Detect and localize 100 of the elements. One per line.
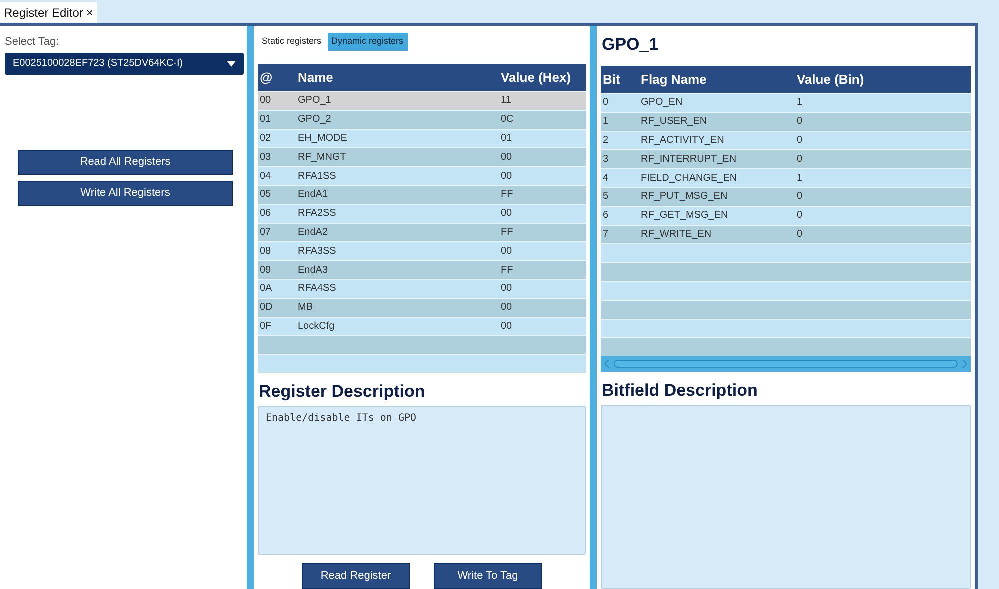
table-cell-text: RF_INTERRUPT_EN [641, 152, 738, 167]
table-cell-text: 11 [501, 94, 512, 108]
table-cell-text: GPO_2 [298, 113, 332, 128]
table-cell-text: GPO_1 [298, 94, 332, 108]
action-button[interactable]: Read All Registers [18, 150, 233, 174]
table-cell-text: 07 [259, 226, 272, 240]
select-label: Select Tag: [5, 35, 60, 50]
table-row[interactable]: 4 FIELD_CHANGE_EN 1 [601, 168, 971, 187]
table-row[interactable]: 0D MB 00 [258, 298, 586, 317]
close-button[interactable]: × [86, 6, 94, 18]
caret-icon [227, 60, 236, 66]
table-cell-text: RFA2SS [298, 207, 338, 222]
table-cell-text: RF_ACTIVITY_EN [641, 134, 726, 148]
description-box: Enable/disable ITs on GPO [258, 406, 586, 555]
table-row[interactable]: 1 RF_USER_EN 0 [601, 112, 971, 131]
table-cell-text: EndA2 [298, 226, 330, 240]
table-cell-text: RFA1SS [298, 170, 338, 184]
table-cell-text: 1 [602, 115, 610, 130]
table-cell-text: 3 [602, 152, 610, 167]
table-cell-text: 0 [797, 115, 804, 130]
register-title: GPO_1 [602, 34, 660, 56]
editor-tab[interactable]: Register Editor × [0, 2, 98, 23]
table-cell-text: EH_MODE [298, 132, 348, 146]
table-row[interactable]: 06 RFA2SS 00 [258, 204, 586, 223]
table-cell-text: 04 [259, 170, 272, 184]
column-header: Flag Name [641, 70, 708, 89]
scroll-thumb[interactable] [614, 360, 958, 368]
table-cell-text: MB [298, 301, 314, 316]
table-cell-text: 0D [259, 301, 274, 316]
table-cell-text: 01 [259, 113, 272, 128]
table-cell-text: 2 [602, 134, 610, 148]
column-header: @ [259, 68, 274, 87]
table-cell-text: 06 [259, 207, 272, 222]
table-row[interactable]: 08 RFA3SS 00 [258, 241, 586, 260]
table-cell-text: 00 [501, 320, 514, 334]
table-row[interactable]: 04 RFA1SS 00 [258, 166, 586, 185]
section-heading: Bitfield Description [602, 380, 759, 402]
table-row[interactable]: 01 GPO_2 0C [258, 110, 586, 129]
table-cell-text: 08 [259, 244, 272, 259]
table-cell-text: 00 [501, 244, 514, 259]
scroll-right-icon[interactable] [962, 360, 967, 368]
splitter-bar[interactable] [247, 26, 254, 589]
table-cell-text: 0C [501, 113, 515, 128]
table-cell-text: 1 [797, 172, 804, 186]
table-cell-text: 0 [797, 209, 804, 224]
table-cell-text: EndA1 [298, 188, 330, 202]
table-row[interactable]: 7 RF_WRITE_EN 0 [601, 224, 971, 244]
table-cell-text: FF [501, 188, 514, 202]
table-row[interactable]: 0A RFA4SS 00 [258, 278, 586, 298]
table-cell-text: 6 [602, 209, 610, 224]
column-header: Value (Bin) [797, 70, 866, 89]
table-cell-text: 1 [797, 96, 804, 110]
section-heading: Register Description [259, 380, 426, 403]
table-cell-text: 0F [259, 320, 273, 334]
table-cell-text: 0A [259, 282, 274, 296]
table-cell-text: 01 [501, 132, 514, 146]
table-cell-text: 4 [602, 172, 610, 186]
table-cell-text: 05 [259, 188, 272, 202]
table-cell-text: 5 [602, 190, 610, 204]
tag-dropdown[interactable]: E0025100028EF723 (ST25DV64KC-I) [5, 52, 244, 74]
table-cell-text: 00 [501, 282, 514, 296]
table-cell-text: 0 [602, 96, 610, 110]
table-row[interactable]: 5 RF_PUT_MSG_EN 0 [601, 186, 971, 206]
table-row[interactable]: 07 EndA2 FF [258, 222, 586, 242]
table-cell-text: RFA3SS [298, 244, 338, 259]
table-row[interactable]: 00 GPO_1 11 [258, 91, 586, 110]
table-cell-text: 0 [797, 152, 804, 167]
table-cell-text: EndA3 [298, 264, 330, 278]
table-row[interactable]: 09 EndA3 FF [258, 260, 586, 279]
table-row[interactable]: 0 GPO_EN 1 [601, 93, 971, 112]
table-cell-text: 0 [797, 228, 804, 242]
table-cell-text: 0 [797, 190, 804, 204]
table-cell-text: 09 [259, 264, 272, 278]
table-cell-text: 00 [501, 150, 514, 165]
table-cell-text: FIELD_CHANGE_EN [641, 172, 738, 186]
tab-title: Register Editor [4, 4, 84, 22]
table-cell-text: GPO_EN [641, 96, 684, 110]
table-cell-text: 00 [501, 301, 514, 316]
table-cell-text: RFA4SS [298, 282, 338, 296]
scroll-left-icon[interactable] [605, 360, 610, 368]
table-row[interactable]: 0F LockCfg 00 [258, 316, 586, 336]
table-cell-text: RF_MNGT [298, 150, 348, 165]
table-cell-text: 7 [602, 228, 610, 242]
table-row[interactable]: 03 RF_MNGT 00 [258, 147, 586, 166]
column-header: Value (Hex) [501, 68, 572, 87]
table-cell-text: 0 [797, 134, 804, 148]
table-row[interactable]: 3 RF_INTERRUPT_EN 0 [601, 149, 971, 168]
splitter-bar[interactable] [590, 26, 597, 589]
table-row[interactable]: 05 EndA1 FF [258, 184, 586, 204]
action-button[interactable]: Write To Tag [434, 563, 542, 589]
action-button[interactable]: Read Register [302, 563, 410, 589]
table-cell-text: RF_WRITE_EN [641, 228, 713, 242]
register-tab[interactable]: Dynamic registers [328, 33, 408, 51]
table-row[interactable]: 6 RF_GET_MSG_EN 0 [601, 206, 971, 225]
table-cell-text: RF_GET_MSG_EN [641, 209, 730, 224]
table-row[interactable]: 02 EH_MODE 01 [258, 128, 586, 148]
action-button[interactable]: Write All Registers [18, 180, 233, 206]
table-row[interactable]: 2 RF_ACTIVITY_EN 0 [601, 130, 971, 150]
column-header: Name [298, 68, 334, 87]
table-cell-text: 00 [501, 170, 514, 184]
